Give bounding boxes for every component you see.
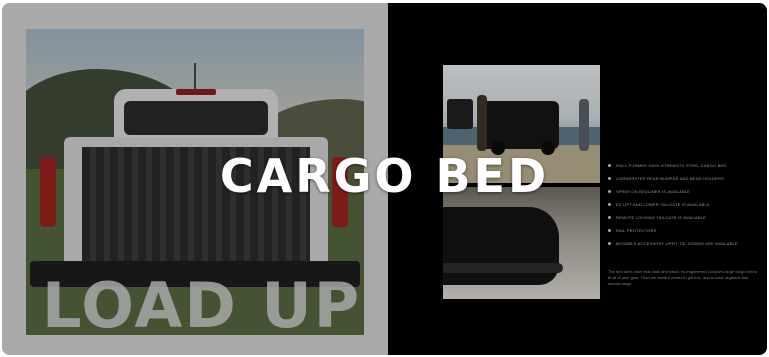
cargo-bed-card[interactable]: LOAD UP ROLL-FORMED HIGH-STRENGTH STEEL … xyxy=(2,3,767,355)
card-title: CARGO BED xyxy=(219,149,550,203)
